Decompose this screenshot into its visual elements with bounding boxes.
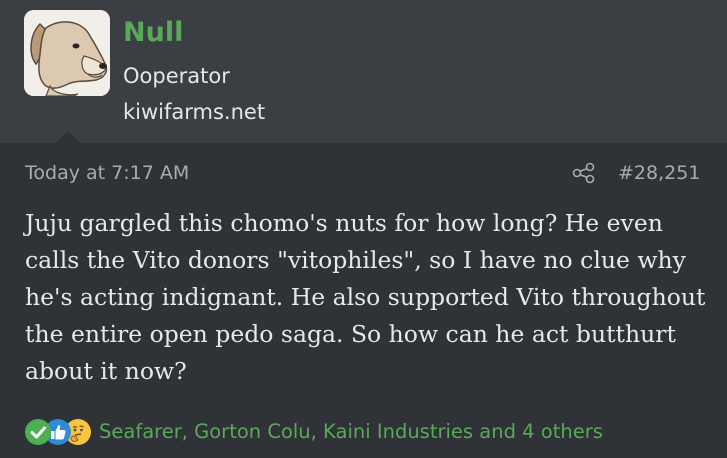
reactions-bar[interactable]: Seafarer, Gorton Colu, Kaini Industries … [25, 418, 603, 446]
check-icon [25, 419, 51, 445]
dog-avatar-icon [24, 10, 110, 96]
user-avatar[interactable] [24, 10, 110, 96]
user-banner: kiwifarms.net [123, 100, 266, 124]
user-title: Ooperator [123, 64, 230, 88]
post-number-link[interactable]: #28,251 [618, 161, 700, 185]
user-header: Null Ooperator kiwifarms.net [0, 0, 727, 144]
share-icon[interactable] [572, 162, 596, 184]
reaction-users-link[interactable]: Seafarer, Gorton Colu, Kaini Industries … [99, 420, 603, 444]
post-date-link[interactable]: Today at 7:17 AM [25, 161, 189, 185]
post-body: Juju gargled this chomo's nuts for how l… [25, 209, 706, 385]
username-link[interactable]: Null [123, 16, 183, 50]
